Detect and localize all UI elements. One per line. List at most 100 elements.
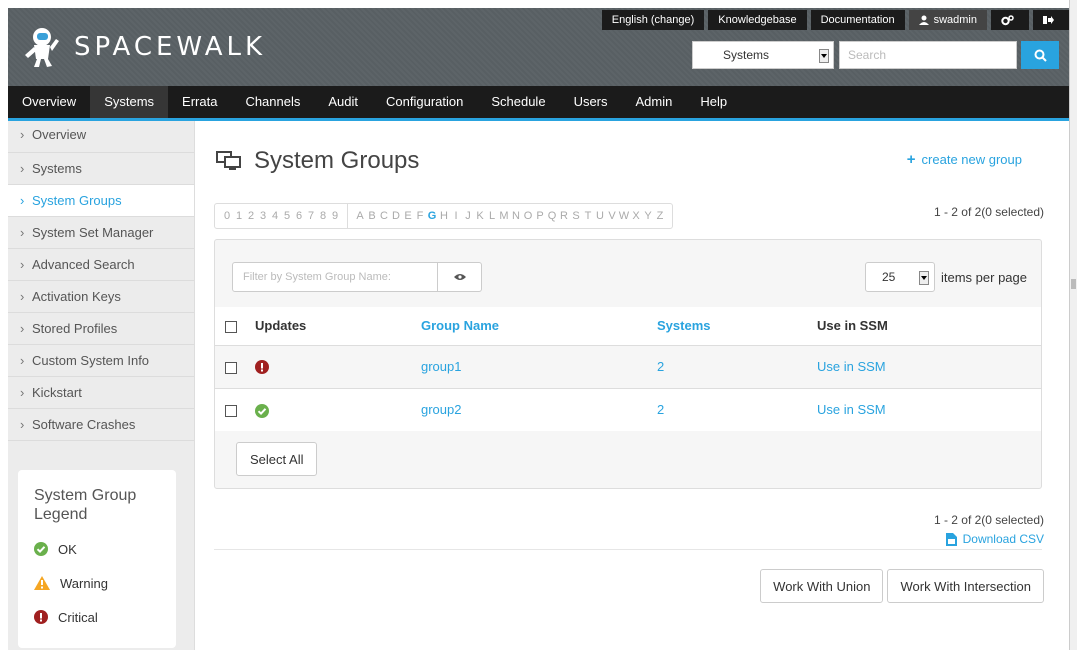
alpha-char-g[interactable]: G bbox=[426, 210, 438, 222]
alpha-char-6: 6 bbox=[295, 210, 303, 222]
legend-item-warning: Warning bbox=[34, 566, 176, 600]
row-checkbox[interactable] bbox=[225, 404, 237, 417]
alpha-char-m: M bbox=[499, 210, 509, 222]
alpha-char-s: S bbox=[572, 210, 580, 222]
ok-icon bbox=[255, 403, 269, 418]
chevron-right-icon: › bbox=[20, 225, 25, 240]
alpha-char-y: Y bbox=[644, 210, 652, 222]
select-all-button[interactable]: Select All bbox=[236, 442, 318, 476]
groups-table: Updates Group Name Systems Use in SSM gr… bbox=[215, 307, 1041, 431]
top-links: English (change) Knowledgebase Documenta… bbox=[598, 10, 1069, 30]
sidebar-item-software-crashes[interactable]: › Software Crashes bbox=[8, 409, 194, 441]
alpha-digits: 0123456789 bbox=[215, 204, 348, 228]
sidebar-item-kickstart[interactable]: › Kickstart bbox=[8, 377, 194, 409]
row-checkbox[interactable] bbox=[225, 361, 237, 374]
alpha-char-a: A bbox=[356, 210, 364, 222]
chevron-right-icon: › bbox=[20, 127, 25, 142]
nav-channels[interactable]: Channels bbox=[231, 86, 314, 118]
alpha-char-x: X bbox=[632, 210, 640, 222]
critical-icon bbox=[255, 360, 269, 375]
alpha-char-1: 1 bbox=[235, 210, 243, 222]
alpha-char-2: 2 bbox=[247, 210, 255, 222]
alpha-char-3: 3 bbox=[259, 210, 267, 222]
use-in-ssm-link[interactable]: Use in SSM bbox=[817, 359, 886, 374]
language-link[interactable]: English (change) bbox=[601, 10, 705, 30]
username: swadmin bbox=[933, 14, 977, 26]
groups-list-panel: 25 items per page Updates Group Name Sys… bbox=[214, 239, 1042, 489]
knowledgebase-link[interactable]: Knowledgebase bbox=[708, 10, 807, 30]
per-page-select[interactable]: 25 bbox=[865, 262, 935, 292]
sidebar-item-systems[interactable]: › Systems bbox=[8, 153, 194, 185]
work-with-intersection-button[interactable]: Work With Intersection bbox=[887, 569, 1044, 603]
work-with-union-button[interactable]: Work With Union bbox=[760, 569, 884, 603]
systems-count-link[interactable]: 2 bbox=[657, 402, 664, 417]
search-scope-select[interactable]: Systems bbox=[692, 41, 834, 69]
preferences-link[interactable] bbox=[991, 10, 1029, 30]
nav-admin[interactable]: Admin bbox=[622, 86, 687, 118]
nav-audit[interactable]: Audit bbox=[314, 86, 372, 118]
search-button[interactable] bbox=[1021, 41, 1059, 69]
filter-input[interactable] bbox=[232, 262, 438, 292]
gears-icon bbox=[1001, 14, 1014, 25]
nav-schedule[interactable]: Schedule bbox=[477, 86, 559, 118]
systems-count-link[interactable]: 2 bbox=[657, 359, 664, 374]
sign-out-link[interactable] bbox=[1033, 10, 1069, 30]
spacewalk-logo-icon bbox=[25, 28, 59, 67]
sidebar-item-advanced-search[interactable]: › Advanced Search bbox=[8, 249, 194, 281]
alpha-char-r: R bbox=[560, 210, 568, 222]
nav-overview[interactable]: Overview bbox=[8, 86, 90, 118]
user-icon bbox=[918, 15, 929, 25]
brand[interactable]: SPACEWALK bbox=[20, 24, 266, 70]
alpha-char-b: B bbox=[368, 210, 376, 222]
result-count-top: 1 - 2 of 2(0 selected) bbox=[933, 205, 1044, 219]
scrollbar-thumb[interactable] bbox=[1071, 279, 1076, 289]
nav-systems[interactable]: Systems bbox=[90, 86, 169, 118]
alpha-char-f: F bbox=[416, 210, 424, 222]
page-scrollbar[interactable] bbox=[1069, 0, 1077, 650]
documentation-link[interactable]: Documentation bbox=[810, 10, 905, 30]
select-all-checkbox[interactable] bbox=[225, 320, 237, 333]
download-csv-link[interactable]: Download CSV bbox=[945, 532, 1044, 546]
group-name-link[interactable]: group1 bbox=[421, 359, 461, 374]
main-nav: Overview Systems Errata Channels Audit C… bbox=[8, 86, 1069, 121]
nav-help[interactable]: Help bbox=[686, 86, 741, 118]
sidebar-item-activation-keys[interactable]: › Activation Keys bbox=[8, 281, 194, 313]
sidebar-item-system-groups[interactable]: › System Groups bbox=[8, 185, 194, 217]
sidebar-item-system-set-manager[interactable]: › System Set Manager bbox=[8, 217, 194, 249]
sidebar-item-custom-system-info[interactable]: › Custom System Info bbox=[8, 345, 194, 377]
column-group-name[interactable]: Group Name bbox=[421, 307, 657, 345]
critical-icon bbox=[34, 610, 48, 624]
per-page-value: 25 bbox=[882, 270, 896, 284]
alpha-char-t: T bbox=[584, 210, 592, 222]
alpha-char-i: I bbox=[454, 210, 458, 222]
alpha-char-j: J bbox=[465, 210, 471, 222]
chevron-right-icon: › bbox=[20, 321, 25, 336]
divider bbox=[214, 549, 1042, 550]
nav-configuration[interactable]: Configuration bbox=[372, 86, 477, 118]
sidebar-item-stored-profiles[interactable]: › Stored Profiles bbox=[8, 313, 194, 345]
sidebar: › Overview › Systems › System Groups › Syste… bbox=[8, 121, 195, 650]
nav-users[interactable]: Users bbox=[560, 86, 622, 118]
nav-errata[interactable]: Errata bbox=[168, 86, 231, 118]
use-in-ssm-link[interactable]: Use in SSM bbox=[817, 402, 886, 417]
warning-icon bbox=[34, 576, 50, 590]
csv-file-icon bbox=[945, 532, 957, 546]
alpha-char-8: 8 bbox=[319, 210, 327, 222]
sidebar-item-overview[interactable]: › Overview bbox=[8, 121, 194, 153]
filter-button[interactable] bbox=[438, 262, 482, 292]
chevron-right-icon: › bbox=[20, 161, 25, 176]
plus-icon: + bbox=[906, 151, 916, 168]
alpha-char-p: P bbox=[536, 210, 544, 222]
alpha-char-0: 0 bbox=[223, 210, 231, 222]
search-input[interactable] bbox=[839, 41, 1017, 69]
group-name-link[interactable]: group2 bbox=[421, 402, 461, 417]
alpha-char-o: O bbox=[523, 210, 533, 222]
header: SPACEWALK English (change) Knowledgebase… bbox=[8, 8, 1069, 86]
table-row: group1 2 Use in SSM bbox=[215, 345, 1041, 388]
column-systems[interactable]: Systems bbox=[657, 307, 817, 345]
user-link[interactable]: swadmin bbox=[908, 10, 987, 30]
create-new-group-link[interactable]: + create new group bbox=[907, 151, 1022, 168]
chevron-right-icon: › bbox=[20, 353, 25, 368]
alpha-char-k: K bbox=[476, 210, 484, 222]
main-content: System Groups + create new group 0123456… bbox=[214, 121, 1044, 650]
